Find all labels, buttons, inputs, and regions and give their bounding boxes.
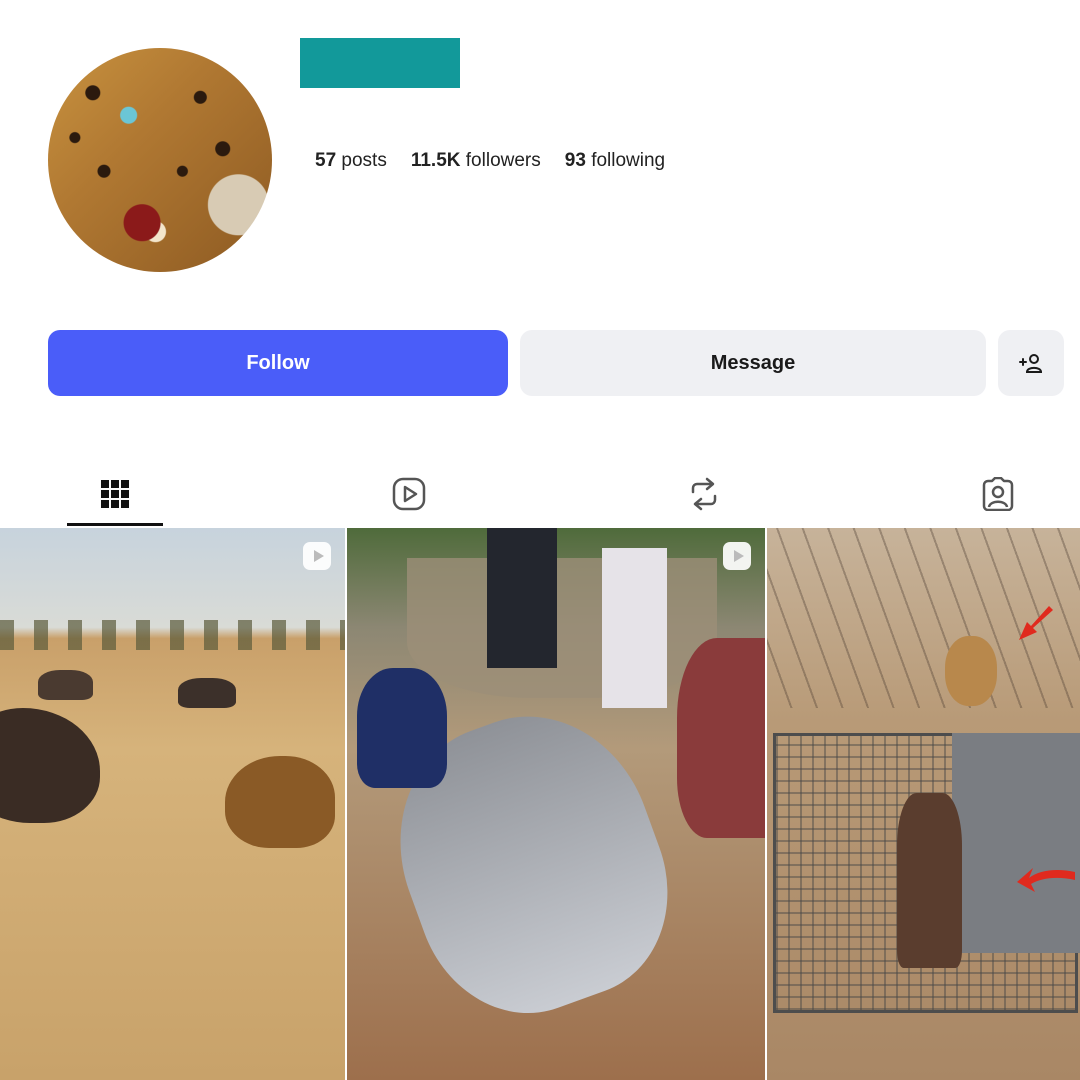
avatar[interactable]	[48, 48, 272, 272]
posts-label: posts	[341, 150, 387, 171]
buffalo-shape	[38, 670, 93, 700]
person-plus-icon	[1019, 354, 1043, 373]
reposts-icon	[691, 477, 717, 511]
person-shape	[602, 548, 667, 708]
video-indicator-icon	[303, 542, 331, 570]
person-shape	[487, 528, 557, 668]
post-tile[interactable]	[347, 528, 765, 1080]
lion-shape	[945, 636, 997, 706]
tab-reels[interactable]	[361, 462, 457, 526]
buffalo-shape	[0, 708, 100, 823]
post-tile[interactable]	[767, 528, 1080, 1080]
profile-header: 57 posts 11.5K followers 93 following	[0, 0, 1080, 300]
stat-following[interactable]: 93 following	[565, 150, 665, 172]
tab-reposts[interactable]	[656, 462, 752, 526]
video-indicator-icon	[723, 542, 751, 570]
lion-shape	[225, 756, 335, 848]
stat-posts[interactable]: 57 posts	[315, 150, 387, 172]
profile-tabs	[0, 462, 1080, 528]
posts-grid	[0, 528, 1080, 1080]
posts-count: 57	[315, 150, 337, 171]
red-arrow-icon	[1017, 868, 1075, 892]
profile-stats: 57 posts 11.5K followers 93 following	[315, 150, 665, 172]
followers-count: 11.5K	[410, 150, 461, 171]
tab-tagged[interactable]	[950, 462, 1046, 526]
post-tile[interactable]	[0, 528, 345, 1080]
river-water	[407, 558, 717, 698]
tab-posts-grid[interactable]	[67, 462, 163, 526]
username-redacted	[300, 38, 460, 88]
person-shape	[357, 668, 447, 788]
followers-label: followers	[465, 150, 541, 171]
red-arrow-icon	[1019, 606, 1053, 640]
following-label: following	[591, 150, 666, 171]
grid-icon	[101, 480, 129, 508]
suggest-user-button[interactable]	[998, 330, 1064, 396]
profile-actions: Follow Message	[48, 330, 1064, 396]
reels-icon	[392, 477, 426, 511]
follow-button[interactable]: Follow	[48, 330, 508, 396]
stat-followers[interactable]: 11.5K followers	[411, 150, 541, 172]
person-shape	[677, 638, 765, 838]
following-count: 93	[564, 150, 586, 171]
tagged-icon	[982, 477, 1014, 511]
tree-line	[0, 620, 345, 650]
metal-box	[952, 733, 1080, 953]
buffalo-shape	[178, 678, 236, 708]
person-shape	[897, 793, 962, 968]
message-button[interactable]: Message	[520, 330, 986, 396]
